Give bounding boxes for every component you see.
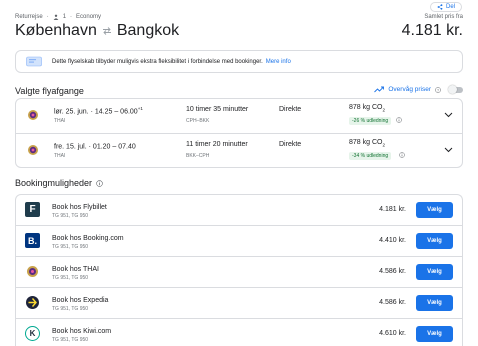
carrier-name: THAI [54, 118, 66, 124]
stops: Direkte [279, 106, 302, 113]
select-button[interactable]: Vælg [416, 233, 453, 249]
ticket-flex-icon [26, 56, 42, 67]
round-trip-arrows-icon [102, 27, 111, 35]
trip-meta: Returrejse · 1 · Economy [15, 14, 101, 20]
flybillet-logo: F [25, 202, 40, 217]
booking-price: 4.586 kr. [379, 268, 406, 275]
info-icon[interactable] [396, 117, 402, 123]
booking-provider-name: Book hos Kiwi.com [52, 328, 112, 335]
select-button[interactable]: Vælg [416, 264, 453, 280]
notice-text: Dette flyselskab tilbyder muligvis ekstr… [52, 58, 263, 65]
cabin-class: Economy [76, 14, 102, 20]
person-icon [53, 14, 59, 20]
booking-price: 4.410 kr. [379, 237, 406, 244]
booking-flight-numbers: TG 951, TG 950 [52, 244, 89, 250]
track-prices-toggle[interactable] [448, 85, 463, 94]
booking-option-row: B. Book hos Booking.com TG 951, TG 950 4… [16, 226, 462, 257]
booking-option-row: Book hos THAI TG 951, TG 950 4.586 kr. V… [16, 257, 462, 288]
track-prices-label: Overvåg priser [388, 86, 431, 93]
booking-flight-numbers: TG 951, TG 950 [52, 306, 89, 312]
info-icon[interactable] [96, 179, 103, 187]
co2-subscript: 2 [382, 107, 385, 113]
co2-emissions: 878 kg CO2 [349, 104, 385, 112]
carrier-name: THAI [54, 153, 66, 159]
share-button[interactable]: Del [429, 2, 462, 12]
flight-time-range: 14.25 – 06.00 [94, 108, 138, 116]
booking-price: 4.610 kr. [379, 330, 406, 337]
booking-flight-numbers: TG 951, TG 950 [52, 213, 89, 219]
booking-flight-numbers: TG 951, TG 950 [52, 275, 89, 281]
booking-provider-name: Book hos THAI [52, 266, 99, 273]
flight-duration: 10 timer 35 minutter [186, 106, 249, 113]
booking-option-row: K Book hos Kiwi.com TG 951, TG 950 4.610… [16, 319, 462, 346]
expedia-logo [26, 296, 39, 309]
route-title: København Bangkok [15, 22, 179, 40]
passenger-count: 1 [62, 14, 67, 20]
booking-options-heading: Bookingmuligheder [15, 178, 103, 188]
select-button[interactable]: Vælg [416, 295, 453, 311]
booking-options-title: Bookingmuligheder [15, 178, 93, 188]
separator-dot: · [70, 14, 73, 20]
booking-price: 4.586 kr. [379, 299, 406, 306]
stops: Direkte [279, 141, 302, 148]
flight-duration: 11 timer 20 minutter [186, 141, 248, 148]
share-label: Del [445, 4, 455, 10]
booking-logo: B. [25, 233, 40, 248]
flight-date: fre. 15. jul. [54, 143, 87, 151]
thai-logo-icon [28, 145, 38, 155]
booking-option-row: Book hos Expedia TG 951, TG 950 4.586 kr… [16, 288, 462, 319]
co2-value: 878 kg CO [349, 104, 383, 111]
info-icon[interactable] [399, 152, 405, 158]
svg-text:?: ? [437, 88, 439, 92]
selected-flights-heading: Valgte flyafgange [15, 86, 84, 96]
day-offset: +1 [137, 106, 143, 111]
co2-subscript: 2 [382, 142, 385, 148]
co2-value: 878 kg CO [349, 139, 383, 146]
chevron-down-icon[interactable] [444, 112, 453, 118]
trip-type: Returrejse [15, 14, 43, 20]
kiwi-logo: K [25, 326, 40, 341]
flexibility-notice: Dette flyselskab tilbyder muligvis ekstr… [15, 50, 463, 73]
price-tracking: Overvåg priser ? [374, 85, 463, 94]
booking-options-list: F Book hos Flybillet TG 951, TG 950 4.18… [15, 194, 463, 346]
flight-times: lør. 25. jun. · 14.25 – 06.00+1 [54, 106, 143, 116]
select-button[interactable]: Vælg [416, 202, 453, 218]
booking-option-row: F Book hos Flybillet TG 951, TG 950 4.18… [16, 195, 462, 226]
help-icon[interactable]: ? [435, 86, 441, 93]
airport-codes: BKK–CPH [186, 153, 210, 159]
chevron-down-icon[interactable] [444, 147, 453, 153]
flight-date: lør. 25. jun. [54, 108, 89, 116]
total-price: 4.181 kr. [401, 22, 463, 39]
selected-flights-card: lør. 25. jun. · 14.25 – 06.00+1 THAI 10 … [15, 98, 463, 168]
emissions-badge: -26 % udledning [349, 117, 392, 125]
co2-emissions: 878 kg CO2 [349, 139, 385, 147]
thai-logo-icon [28, 110, 38, 120]
booking-provider-name: Book hos Booking.com [52, 235, 124, 242]
flight-times: fre. 15. jul. · 01.20 – 07.40 [54, 143, 136, 151]
destination-city: Bangkok [116, 22, 180, 39]
share-icon [437, 4, 443, 10]
origin-city: København [15, 22, 97, 39]
trending-icon [374, 86, 385, 93]
booking-price: 4.181 kr. [379, 206, 406, 213]
booking-provider-name: Book hos Expedia [52, 297, 109, 304]
booking-provider-name: Book hos Flybillet [52, 204, 107, 211]
thai-logo [27, 266, 38, 277]
flight-row[interactable]: fre. 15. jul. · 01.20 – 07.40 THAI 11 ti… [16, 134, 462, 169]
separator-dot: · [46, 14, 49, 20]
flight-time-range: 01.20 – 07.40 [92, 143, 136, 151]
total-price-label: Samlet pris fra [424, 14, 463, 20]
airport-codes: CPH–BKK [186, 118, 210, 124]
booking-flight-numbers: TG 951, TG 950 [52, 337, 89, 343]
emissions-badge: -34 % udledning [349, 152, 392, 160]
flight-row[interactable]: lør. 25. jun. · 14.25 – 06.00+1 THAI 10 … [16, 99, 462, 134]
more-info-link[interactable]: Mere info [266, 59, 291, 65]
select-button[interactable]: Vælg [416, 326, 453, 342]
